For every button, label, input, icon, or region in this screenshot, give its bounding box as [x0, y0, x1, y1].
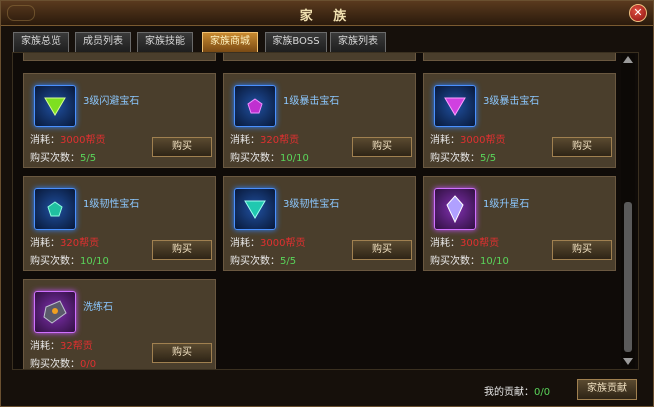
item-icon-frame[interactable]: [434, 85, 476, 127]
item-cost: 消耗：320帮贡: [230, 135, 300, 146]
shop-item: 洗练石 消耗：32帮贡 购买次数：0/0 购买: [23, 279, 216, 370]
item-name: 3级韧性宝石: [283, 199, 340, 210]
partial-card: [223, 53, 416, 61]
teal-gem-icon: [47, 201, 63, 217]
shop-item: 1级暴击宝石 消耗：320帮贡 购买次数：10/10 购买: [223, 73, 416, 168]
item-icon-frame[interactable]: [434, 188, 476, 230]
item-name: 3级暴击宝石: [483, 96, 540, 107]
family-window: 家 族 ✕ 家族总览 成员列表 家族技能 家族商城 家族BOSS 家族列表 3级…: [0, 0, 654, 407]
tab-list[interactable]: 家族列表: [330, 32, 386, 53]
shop-grid: 3级闪避宝石 消耗：3000帮贡 购买次数：5/5 购买 1级暴击宝石 消耗：3…: [12, 52, 639, 370]
item-cost: 消耗：32帮贡: [30, 341, 93, 352]
purple-gem-icon: [247, 98, 263, 114]
item-name: 1级暴击宝石: [283, 96, 340, 107]
buy-button[interactable]: 购买: [552, 137, 612, 157]
teal-triangle-gem-icon: [244, 200, 266, 219]
item-name: 1级韧性宝石: [83, 199, 140, 210]
tab-members[interactable]: 成员列表: [75, 32, 131, 53]
buy-button[interactable]: 购买: [152, 240, 212, 260]
item-name: 洗练石: [83, 302, 113, 313]
my-contribution: 我的贡献：0/0: [484, 387, 551, 398]
shop-item: 3级闪避宝石 消耗：3000帮贡 购买次数：5/5 购买: [23, 73, 216, 168]
tab-shop[interactable]: 家族商城: [202, 32, 258, 53]
buy-button[interactable]: 购买: [152, 343, 212, 363]
star-crystal-icon: [446, 195, 464, 223]
shop-item: 3级暴击宝石 消耗：3000帮贡 购买次数：5/5 购买: [423, 73, 616, 168]
item-icon-frame[interactable]: [34, 291, 76, 333]
item-cost: 消耗：3000帮贡: [430, 135, 506, 146]
partial-card: [423, 53, 616, 61]
close-icon[interactable]: ✕: [629, 4, 647, 22]
item-icon-frame[interactable]: [34, 188, 76, 230]
item-count: 购买次数：10/10: [30, 256, 109, 267]
item-count: 购买次数：10/10: [430, 256, 509, 267]
item-count: 购买次数：10/10: [230, 153, 309, 164]
item-count: 购买次数：5/5: [230, 256, 297, 267]
item-name: 1级升星石: [483, 199, 530, 210]
item-icon-frame[interactable]: [234, 85, 276, 127]
item-icon-frame[interactable]: [34, 85, 76, 127]
green-triangle-gem-icon: [44, 97, 66, 116]
purple-triangle-gem-icon: [444, 97, 466, 116]
scrollbar[interactable]: [621, 54, 635, 368]
partial-card: [23, 53, 216, 61]
buy-button[interactable]: 购买: [152, 137, 212, 157]
item-cost: 消耗：3000帮贡: [230, 238, 306, 249]
window-title: 家 族: [299, 9, 355, 24]
item-cost: 消耗：300帮贡: [430, 238, 500, 249]
scroll-down-icon[interactable]: [623, 358, 633, 365]
item-count: 购买次数：0/0: [30, 359, 97, 370]
buy-button[interactable]: 购买: [352, 240, 412, 260]
shop-item: 1级升星石 消耗：300帮贡 购买次数：10/10 购买: [423, 176, 616, 271]
item-count: 购买次数：5/5: [430, 153, 497, 164]
buy-button[interactable]: 购买: [552, 240, 612, 260]
buy-button[interactable]: 购买: [352, 137, 412, 157]
tab-overview[interactable]: 家族总览: [13, 32, 69, 53]
item-icon-frame[interactable]: [234, 188, 276, 230]
item-cost: 消耗：320帮贡: [30, 238, 100, 249]
shop-item: 1级韧性宝石 消耗：320帮贡 购买次数：10/10 购买: [23, 176, 216, 271]
item-name: 3级闪避宝石: [83, 96, 140, 107]
scroll-up-icon[interactable]: [623, 56, 633, 63]
family-contribution-button[interactable]: 家族贡献: [577, 379, 637, 400]
item-count: 购买次数：5/5: [30, 153, 97, 164]
refine-stone-icon: [43, 300, 67, 324]
title-bar: 家 族 ✕: [1, 1, 653, 26]
scroll-thumb[interactable]: [624, 202, 632, 352]
shop-item: 3级韧性宝石 消耗：3000帮贡 购买次数：5/5 购买: [223, 176, 416, 271]
item-cost: 消耗：3000帮贡: [30, 135, 106, 146]
tab-boss[interactable]: 家族BOSS: [265, 32, 327, 53]
tab-skills[interactable]: 家族技能: [137, 32, 193, 53]
